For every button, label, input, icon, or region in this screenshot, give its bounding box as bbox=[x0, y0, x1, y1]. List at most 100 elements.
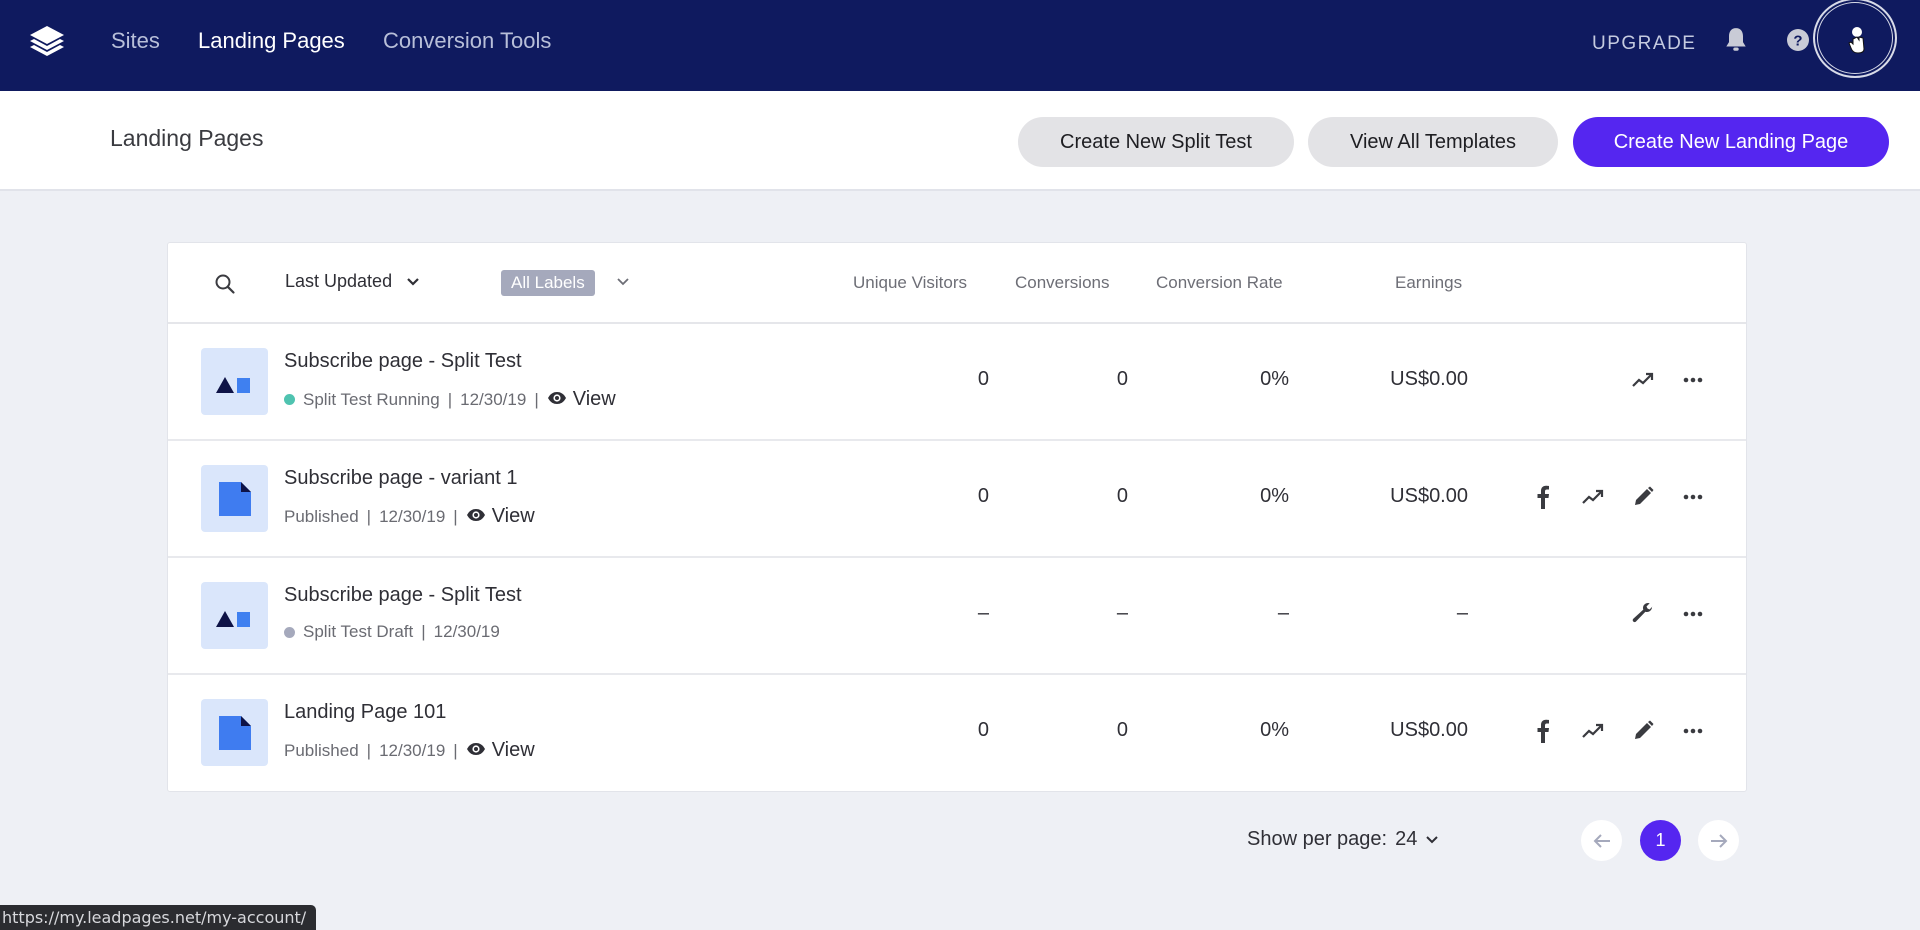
conversion-rate-value: 0% bbox=[1260, 368, 1289, 390]
more-options-icon[interactable] bbox=[1681, 368, 1705, 392]
page-title-link[interactable]: Subscribe page - Split Test bbox=[284, 350, 522, 373]
per-page-value: 24 bbox=[1395, 828, 1418, 850]
separator: | bbox=[366, 506, 372, 526]
page-title-link[interactable]: Subscribe page - Split Test bbox=[284, 584, 522, 607]
page-meta: Published | 12/30/19 | View bbox=[284, 505, 535, 528]
facebook-icon[interactable] bbox=[1531, 719, 1555, 743]
separator: | bbox=[421, 622, 426, 641]
conversions-value: 0 bbox=[1116, 368, 1128, 390]
status-label: Split Test Running bbox=[303, 389, 440, 409]
labels-filter[interactable]: All Labels bbox=[501, 270, 595, 296]
create-landing-page-button[interactable]: Create New Landing Page bbox=[1573, 117, 1889, 167]
page-thumbnail-icon[interactable] bbox=[201, 465, 268, 532]
view-label: View bbox=[491, 505, 535, 527]
account-button[interactable] bbox=[1813, 0, 1897, 78]
updated-date: 12/30/19 bbox=[379, 506, 446, 526]
eye-icon bbox=[547, 388, 567, 411]
conversions-value: 0 bbox=[1116, 485, 1128, 507]
page-title-link[interactable]: Subscribe page - variant 1 bbox=[284, 467, 517, 490]
more-options-icon[interactable] bbox=[1681, 485, 1705, 509]
page-title-link[interactable]: Landing Page 101 bbox=[284, 701, 446, 724]
page-1-button[interactable]: 1 bbox=[1640, 820, 1681, 861]
arrow-right-icon bbox=[1710, 833, 1727, 848]
landing-pages-table: Last Updated All Labels Unique Visitors … bbox=[167, 242, 1747, 792]
wrench-icon[interactable] bbox=[1631, 602, 1655, 626]
prev-page-button[interactable] bbox=[1581, 820, 1622, 861]
edit-icon[interactable] bbox=[1631, 719, 1655, 743]
conversion-rate-value: 0% bbox=[1260, 719, 1289, 741]
chevron-down-icon bbox=[407, 277, 419, 286]
unique-visitors-value: 0 bbox=[977, 485, 989, 507]
column-conversions[interactable]: Conversions bbox=[1015, 273, 1110, 293]
column-unique-visitors[interactable]: Unique Visitors bbox=[853, 273, 967, 293]
leadpages-logo-icon[interactable] bbox=[24, 24, 70, 60]
nav-sites[interactable]: Sites bbox=[111, 28, 160, 54]
separator: | bbox=[447, 389, 453, 409]
page-meta: Split Test Running | 12/30/19 | View bbox=[284, 388, 616, 411]
split-test-thumbnail-icon[interactable] bbox=[201, 348, 268, 415]
sort-dropdown[interactable]: Last Updated bbox=[285, 271, 420, 292]
upgrade-link[interactable]: UPGRADE bbox=[1592, 33, 1696, 55]
more-options-icon[interactable] bbox=[1681, 719, 1705, 743]
nav-conversion-tools[interactable]: Conversion Tools bbox=[383, 28, 551, 54]
column-earnings[interactable]: Earnings bbox=[1395, 273, 1462, 293]
edit-icon[interactable] bbox=[1631, 485, 1655, 509]
analytics-icon[interactable] bbox=[1581, 719, 1605, 743]
updated-date: 12/30/19 bbox=[379, 740, 446, 760]
view-link[interactable]: View bbox=[547, 388, 616, 411]
separator: | bbox=[453, 506, 458, 526]
table-row[interactable]: Subscribe page - Split Test Split Test Ru… bbox=[168, 324, 1746, 441]
earnings-value: US$0.00 bbox=[1390, 485, 1468, 507]
updated-date: 12/30/19 bbox=[433, 622, 500, 641]
split-test-thumbnail-icon[interactable] bbox=[201, 582, 268, 649]
status-dot bbox=[284, 394, 295, 405]
table-row[interactable]: Landing Page 101 Published | 12/30/19 | View 0… bbox=[168, 675, 1746, 792]
view-label: View bbox=[491, 739, 535, 761]
more-options-icon[interactable] bbox=[1681, 602, 1705, 626]
search-icon[interactable] bbox=[214, 273, 236, 295]
page-header: Landing Pages Create New Split Test View… bbox=[0, 91, 1920, 191]
separator: | bbox=[534, 389, 539, 409]
analytics-icon[interactable] bbox=[1631, 368, 1655, 392]
help-icon[interactable]: ? bbox=[1785, 26, 1811, 54]
earnings-value: – bbox=[1456, 602, 1468, 624]
updated-date: 12/30/19 bbox=[460, 389, 527, 409]
unique-visitors-value: – bbox=[977, 602, 989, 624]
page-title: Landing Pages bbox=[110, 125, 264, 151]
page-meta: Published | 12/30/19 | View bbox=[284, 739, 535, 762]
per-page-select[interactable]: Show per page: 24 bbox=[1247, 828, 1439, 851]
unique-visitors-value: 0 bbox=[977, 368, 989, 390]
unique-visitors-value: 0 bbox=[977, 719, 989, 741]
user-icon bbox=[1848, 27, 1865, 54]
svg-text:?: ? bbox=[1793, 33, 1802, 50]
conversion-rate-value: – bbox=[1277, 602, 1289, 624]
bell-icon[interactable] bbox=[1723, 26, 1749, 54]
chevron-down-icon bbox=[1426, 835, 1439, 843]
view-all-templates-button[interactable]: View All Templates bbox=[1308, 117, 1558, 167]
chevron-down-icon[interactable] bbox=[615, 275, 631, 289]
view-link[interactable]: View bbox=[466, 739, 535, 762]
table-row[interactable]: Subscribe page - Split Test Split Test Dr… bbox=[168, 558, 1746, 675]
facebook-icon[interactable] bbox=[1531, 485, 1555, 509]
sort-label: Last Updated bbox=[285, 271, 393, 291]
table-row[interactable]: Subscribe page - variant 1 Published | 12/3… bbox=[168, 441, 1746, 558]
earnings-value: US$0.00 bbox=[1390, 368, 1468, 390]
earnings-value: US$0.00 bbox=[1390, 719, 1468, 741]
nav-landing-pages[interactable]: Landing Pages bbox=[198, 28, 345, 54]
status-label: Split Test Draft bbox=[303, 622, 414, 641]
conversion-rate-value: 0% bbox=[1260, 485, 1289, 507]
eye-icon bbox=[466, 505, 486, 528]
column-conversion-rate[interactable]: Conversion Rate bbox=[1156, 273, 1283, 293]
page-meta: Split Test Draft | 12/30/19 bbox=[284, 622, 500, 642]
page-thumbnail-icon[interactable] bbox=[201, 699, 268, 766]
view-link[interactable]: View bbox=[466, 505, 535, 528]
analytics-icon[interactable] bbox=[1581, 485, 1605, 509]
conversions-value: 0 bbox=[1116, 719, 1128, 741]
conversions-value: – bbox=[1116, 602, 1128, 624]
separator: | bbox=[366, 740, 372, 760]
status-label: Published bbox=[284, 506, 359, 526]
create-split-test-button[interactable]: Create New Split Test bbox=[1018, 117, 1294, 167]
status-dot bbox=[284, 626, 295, 638]
arrow-left-icon bbox=[1593, 833, 1610, 848]
next-page-button[interactable] bbox=[1698, 820, 1739, 861]
